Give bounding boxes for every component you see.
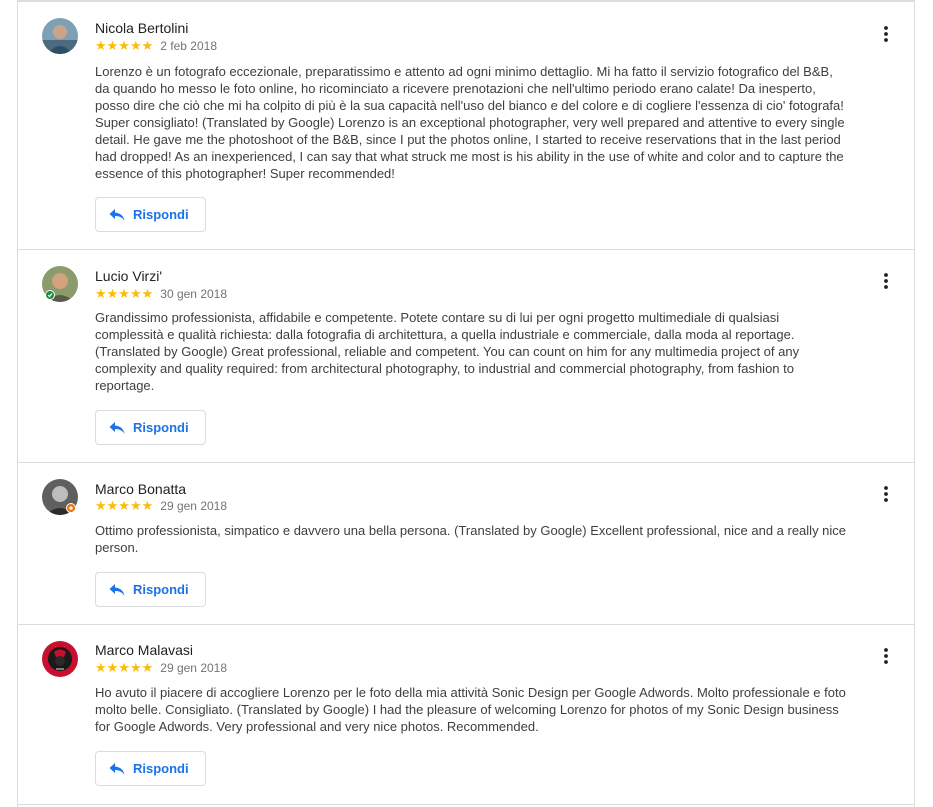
- reply-arrow-icon: [109, 420, 125, 436]
- review-card: Nicola Bertolini ★★★★★ 2 feb 2018 Lorenz…: [18, 2, 914, 250]
- star-rating: ★★★★★: [95, 286, 154, 301]
- review-date: 2 feb 2018: [160, 39, 217, 53]
- review-card: Marco Bonatta ★★★★★ 29 gen 2018 Ottimo p…: [18, 463, 914, 625]
- review-card: Lucio Virzi' ★★★★★ 30 gen 2018 Grandissi…: [18, 250, 914, 463]
- reply-arrow-icon: [109, 761, 125, 777]
- reply-label: Rispondi: [133, 581, 189, 597]
- avatar[interactable]: [42, 266, 78, 302]
- reply-button[interactable]: Rispondi: [95, 197, 206, 232]
- review-text: Lorenzo è un fotografo eccezionale, prep…: [95, 64, 845, 181]
- more-vert-icon: [884, 26, 888, 42]
- avatar[interactable]: [42, 18, 78, 54]
- avatar-photo-icon: [42, 641, 78, 677]
- star-rating: ★★★★★: [95, 498, 154, 513]
- review-date: 29 gen 2018: [160, 661, 228, 675]
- reviewer-name[interactable]: Marco Malavasi: [95, 641, 193, 659]
- more-vert-icon: [884, 273, 888, 289]
- rating-line: ★★★★★ 29 gen 2018: [95, 498, 227, 514]
- reviewer-name[interactable]: Marco Bonatta: [95, 480, 186, 498]
- more-vert-icon: [884, 486, 888, 502]
- reply-arrow-icon: [109, 207, 125, 223]
- review-date: 29 gen 2018: [160, 499, 228, 513]
- review-text: Ho avuto il piacere di accogliere Lorenz…: [95, 685, 846, 734]
- rating-line: ★★★★★ 30 gen 2018: [95, 286, 227, 302]
- review-date: 30 gen 2018: [160, 287, 228, 301]
- avatar-photo-icon: [42, 266, 78, 302]
- more-vert-icon: [884, 648, 888, 664]
- star-rating: ★★★★★: [95, 660, 154, 675]
- avatar-photo-icon: [42, 18, 78, 54]
- review-card: Marco Malavasi ★★★★★ 29 gen 2018 Ho avut…: [18, 625, 914, 805]
- reviews-panel: Nicola Bertolini ★★★★★ 2 feb 2018 Lorenz…: [17, 0, 915, 807]
- reply-button[interactable]: Rispondi: [95, 410, 206, 445]
- more-options-button[interactable]: [876, 482, 896, 506]
- reply-button[interactable]: Rispondi: [95, 572, 206, 607]
- reply-label: Rispondi: [133, 206, 189, 222]
- rating-line: ★★★★★ 29 gen 2018: [95, 660, 227, 676]
- reviewer-name[interactable]: Lucio Virzi': [95, 267, 162, 285]
- reply-label: Rispondi: [133, 419, 189, 435]
- avatar[interactable]: [42, 479, 78, 515]
- review-text: Ottimo professionista, simpatico e davve…: [95, 523, 847, 555]
- avatar[interactable]: [42, 641, 78, 677]
- star-rating: ★★★★★: [95, 38, 154, 53]
- rating-line: ★★★★★ 2 feb 2018: [95, 38, 217, 54]
- reply-arrow-icon: [109, 582, 125, 598]
- avatar-photo-icon: [42, 479, 78, 515]
- review-text: Grandissimo professionista, affidabile e…: [95, 310, 800, 393]
- reviewer-name[interactable]: Nicola Bertolini: [95, 19, 188, 37]
- more-options-button[interactable]: [876, 269, 896, 293]
- more-options-button[interactable]: [876, 644, 896, 668]
- reply-label: Rispondi: [133, 760, 189, 776]
- more-options-button[interactable]: [876, 22, 896, 46]
- reply-button[interactable]: Rispondi: [95, 751, 206, 786]
